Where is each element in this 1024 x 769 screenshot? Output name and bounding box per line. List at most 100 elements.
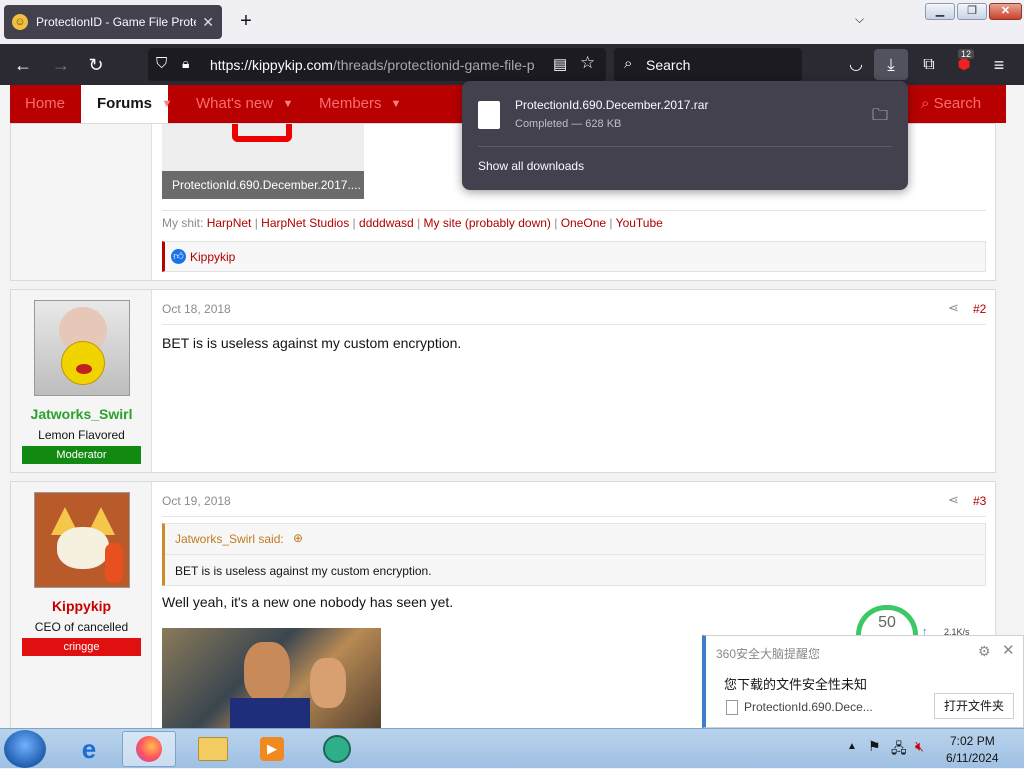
new-tab-button[interactable]: + bbox=[236, 10, 256, 32]
nav-whats-new[interactable]: What's new bbox=[196, 85, 273, 123]
popup-title: 360安全大脑提醒您 bbox=[716, 647, 821, 661]
network-icon[interactable]: 🖧︎ bbox=[891, 738, 907, 762]
open-folder-button[interactable]: 打开文件夹 bbox=[934, 693, 1014, 719]
forums-caret-icon[interactable]: ▼ bbox=[154, 85, 180, 123]
file-icon bbox=[726, 700, 738, 715]
nav-search-label: Search bbox=[933, 95, 982, 112]
like-icon: 👍︎ bbox=[171, 249, 186, 264]
archive-icon bbox=[232, 124, 292, 142]
quote-body: BET is is useless against my custom encr… bbox=[175, 564, 432, 578]
avatar[interactable] bbox=[34, 300, 130, 396]
nav-home[interactable]: Home bbox=[25, 85, 65, 123]
clock-time[interactable]: 7:02 PM bbox=[950, 734, 995, 748]
post-number[interactable]: #2 bbox=[973, 302, 986, 316]
close-tab-icon[interactable]: ✕ bbox=[202, 14, 214, 31]
download-status: Completed — 628 KB bbox=[515, 118, 622, 130]
window-restore-button[interactable]: ❐ bbox=[957, 3, 987, 20]
sig-link-oneone[interactable]: OneOne bbox=[561, 216, 606, 230]
sig-link-ddddwasd[interactable]: ddddwasd bbox=[359, 216, 414, 230]
post-number[interactable]: #3 bbox=[973, 494, 986, 508]
app-glyph bbox=[323, 735, 351, 763]
media-player-icon[interactable]: ▶ bbox=[245, 731, 299, 767]
post-date[interactable]: Oct 19, 2018 bbox=[162, 494, 231, 508]
sig-link-youtube[interactable]: YouTube bbox=[616, 216, 663, 230]
nav-search[interactable]: ⌕ Search bbox=[921, 85, 981, 123]
url-text[interactable]: https://kippykip.com/threads/protectioni… bbox=[210, 57, 545, 73]
window-close-button[interactable]: ✕ bbox=[989, 3, 1022, 20]
download-arrow-icon: ⤓ bbox=[887, 55, 895, 74]
reactions-bar: 👍︎ Kippykip bbox=[162, 241, 986, 272]
close-icon[interactable]: ✕ bbox=[1002, 641, 1015, 659]
nav-members[interactable]: Members bbox=[319, 85, 382, 123]
forward-arrow-icon[interactable]: → bbox=[50, 54, 72, 76]
post-image[interactable] bbox=[162, 628, 381, 728]
avatar-emoji-mouth bbox=[76, 364, 92, 374]
address-bar[interactable]: ⛉ 🔒︎ https://kippykip.com/threads/protec… bbox=[148, 48, 606, 81]
quote-block: Jatworks_Swirl said: ⊕ BET is is useless… bbox=[162, 523, 986, 586]
extensions-puzzle-icon[interactable]: ⧉ bbox=[918, 54, 940, 76]
flag-icon[interactable]: ⚑ bbox=[868, 738, 881, 755]
reader-view-icon[interactable]: ▤ bbox=[553, 55, 567, 73]
security-notification-popup: 360安全大脑提醒您 ⚙ ✕ 您下载的文件安全性未知 ProtectionId.… bbox=[702, 635, 1024, 728]
share-icon[interactable]: ⋖ bbox=[948, 300, 959, 316]
user-title: Lemon Flavored bbox=[38, 428, 125, 442]
internet-explorer-icon[interactable]: e bbox=[62, 731, 116, 767]
popup-message: 您下载的文件安全性未知 bbox=[724, 677, 868, 692]
avatar[interactable] bbox=[34, 492, 130, 588]
sig-link-my-site[interactable]: My site (probably down) bbox=[424, 216, 551, 230]
sig-link-harpnet-studios[interactable]: HarpNet Studios bbox=[261, 216, 349, 230]
whats-new-caret-icon[interactable]: ▼ bbox=[275, 85, 301, 123]
pocket-icon[interactable]: ◡ bbox=[845, 54, 867, 76]
search-input[interactable]: ⌕ Search bbox=[614, 48, 802, 81]
file-explorer-icon[interactable] bbox=[186, 731, 240, 767]
browser-tab[interactable]: ☺ ProtectionID - Game File Protec ✕ bbox=[4, 5, 222, 39]
attachment-caption[interactable]: ProtectionId.690.December.2017.... bbox=[162, 171, 364, 199]
post-body: Well yeah, it's a new one nobody has see… bbox=[162, 594, 454, 610]
user-banner: cringge bbox=[22, 638, 141, 656]
tracking-protection-shield-icon[interactable]: ⛉ bbox=[156, 55, 167, 72]
tray-expand-icon[interactable]: ▲ bbox=[847, 741, 857, 752]
search-placeholder: Search bbox=[646, 57, 691, 73]
download-file-name[interactable]: ProtectionId.690.December.2017.rar bbox=[515, 98, 708, 112]
avatar-fur bbox=[105, 543, 123, 583]
popup-file-name: ProtectionId.690.Dece... bbox=[744, 700, 873, 714]
reaction-user[interactable]: Kippykip bbox=[190, 250, 235, 264]
post-date[interactable]: Oct 18, 2018 bbox=[162, 302, 231, 316]
file-icon bbox=[478, 101, 500, 129]
post-header-divider bbox=[162, 324, 986, 325]
folder-glyph bbox=[198, 737, 228, 761]
play-glyph: ▶ bbox=[260, 737, 284, 761]
username[interactable]: Kippykip bbox=[11, 598, 152, 614]
quote-author[interactable]: Jatworks_Swirl said: bbox=[175, 532, 284, 546]
quote-expand-icon[interactable]: ⊕ bbox=[293, 531, 303, 545]
downloads-button[interactable]: ⤓ bbox=[874, 49, 908, 80]
bookmark-star-icon[interactable]: ☆ bbox=[580, 53, 595, 73]
share-icon[interactable]: ⋖ bbox=[948, 492, 959, 508]
members-caret-icon[interactable]: ▼ bbox=[383, 85, 409, 123]
start-button[interactable] bbox=[4, 730, 46, 768]
volume-muted-icon[interactable]: 🔇︎ bbox=[915, 738, 924, 755]
tab-list-chevron-icon[interactable]: ⌵ bbox=[855, 12, 864, 27]
post-1-user-column bbox=[11, 124, 152, 280]
image-face bbox=[244, 642, 290, 702]
post-3-user-column: Kippykip CEO of cancelled cringge bbox=[11, 482, 152, 728]
app-icon[interactable] bbox=[310, 731, 364, 767]
back-arrow-icon[interactable]: ← bbox=[12, 54, 34, 76]
open-folder-icon[interactable]: 🗀 bbox=[872, 104, 888, 131]
lock-icon[interactable]: 🔒︎ bbox=[182, 55, 189, 72]
username[interactable]: Jatworks_Swirl bbox=[11, 406, 152, 422]
firefox-icon[interactable] bbox=[122, 731, 176, 767]
image-body bbox=[230, 698, 310, 728]
show-all-downloads-button[interactable]: Show all downloads bbox=[478, 159, 584, 173]
extension-badge: 12 bbox=[958, 49, 975, 59]
gear-icon[interactable]: ⚙ bbox=[978, 643, 991, 660]
window-minimize-button[interactable]: ▁ bbox=[925, 3, 955, 20]
user-title: CEO of cancelled bbox=[34, 620, 129, 634]
clock-date[interactable]: 6/11/2024 bbox=[946, 751, 999, 765]
navigation-toolbar: ← → ↻ ⛉ 🔒︎ https://kippykip.com/threads/… bbox=[0, 44, 1024, 85]
sig-link-harpnet[interactable]: HarpNet bbox=[207, 216, 252, 230]
post-2: Jatworks_Swirl Lemon Flavored Moderator … bbox=[10, 289, 996, 473]
avatar-emoji bbox=[61, 341, 105, 385]
reload-icon[interactable]: ↻ bbox=[85, 54, 107, 76]
menu-hamburger-icon[interactable]: ≡ bbox=[988, 54, 1010, 76]
